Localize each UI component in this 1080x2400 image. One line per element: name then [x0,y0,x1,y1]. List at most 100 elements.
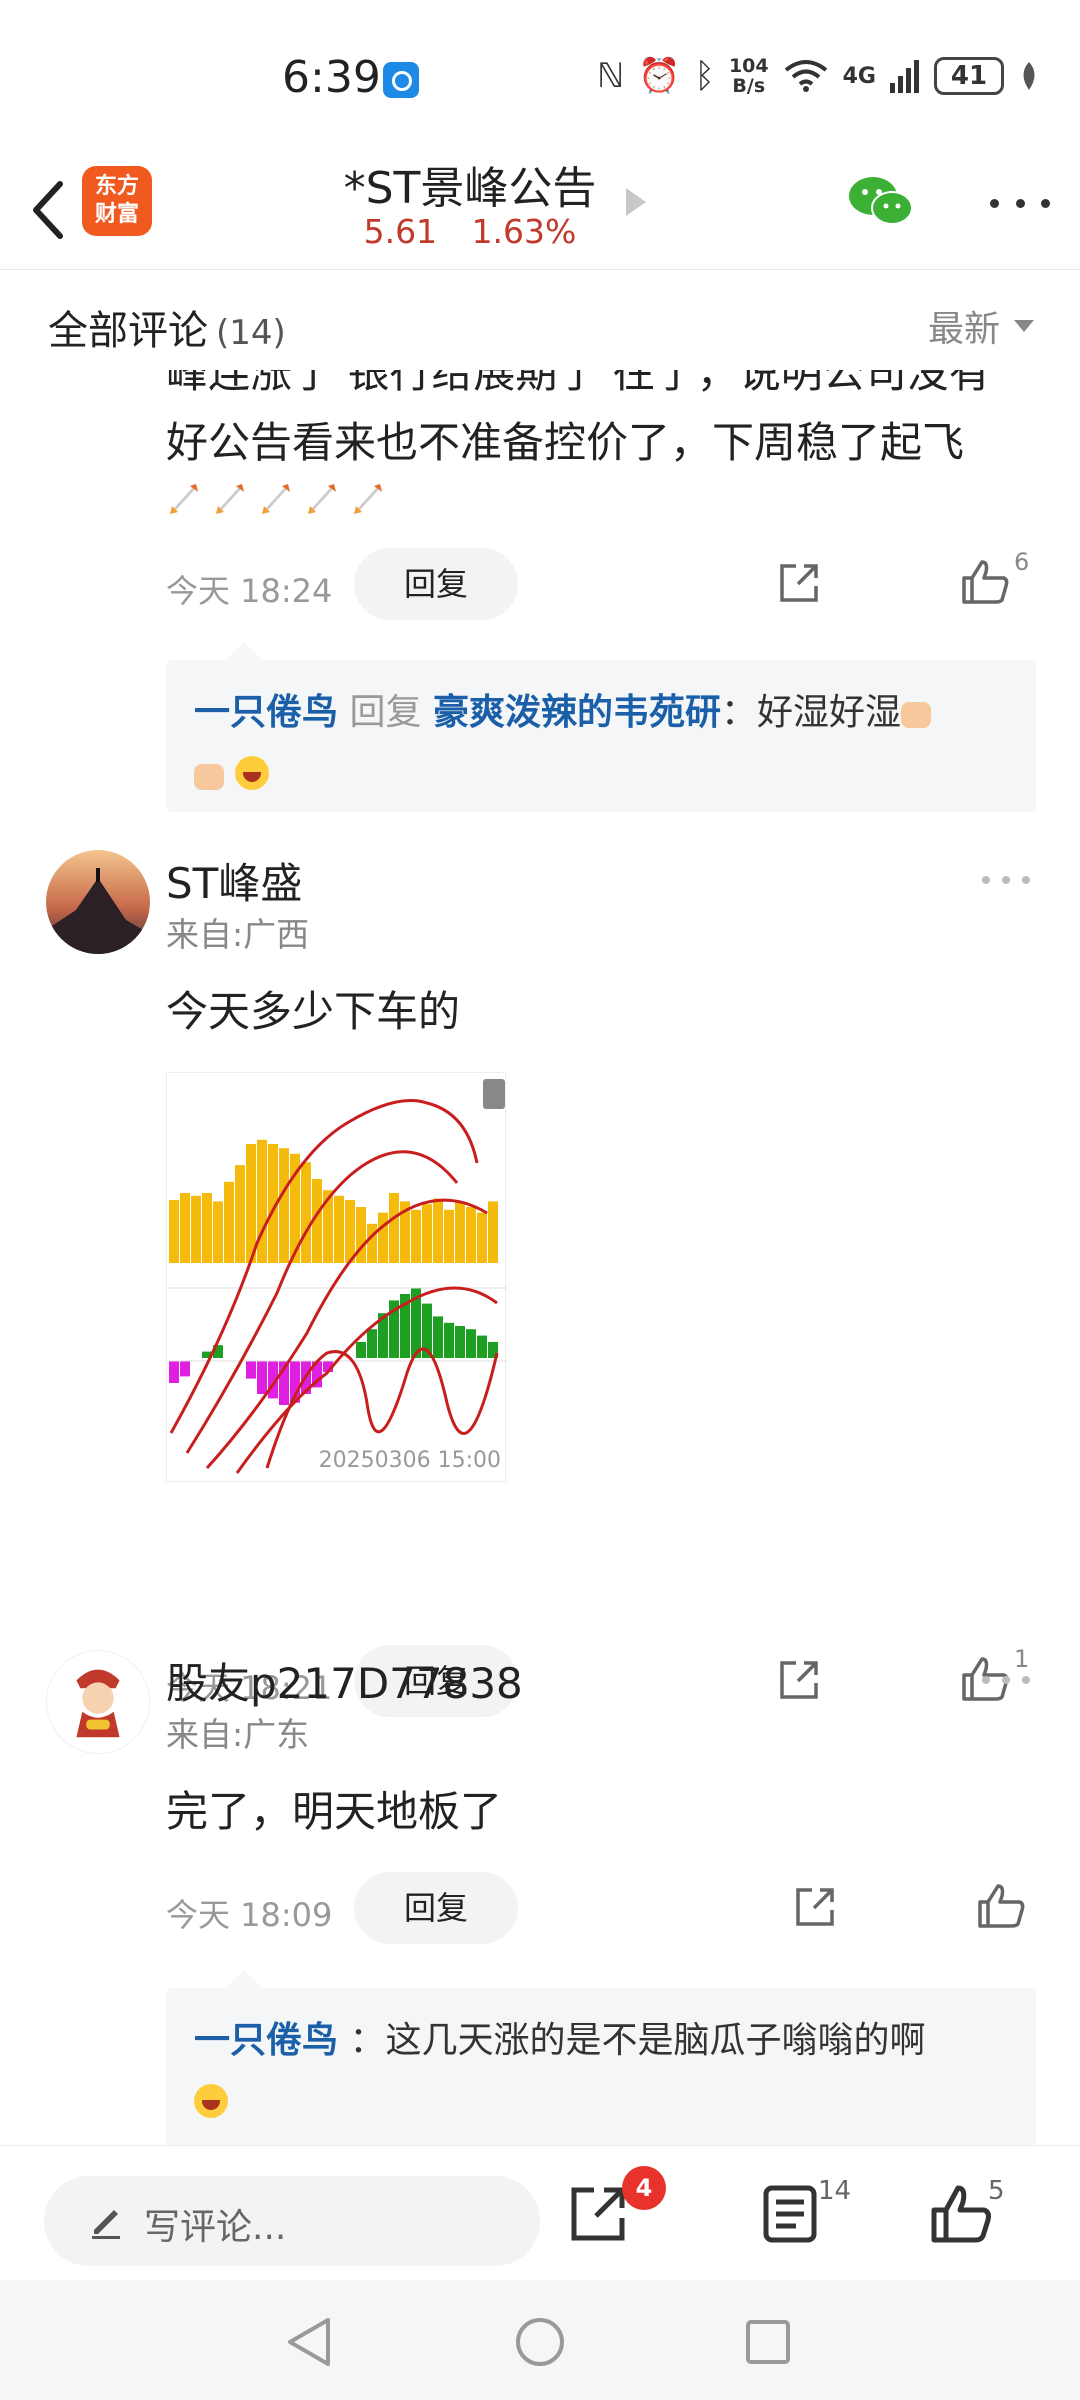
leaf-icon [1023,62,1035,90]
reply-target-username[interactable]: 豪爽泼辣的韦苑研 [433,692,721,733]
more-menu-button[interactable] [990,188,1050,218]
nav-back-icon[interactable] [284,2316,334,2368]
share-icon[interactable] [792,1884,838,1930]
volume-bar [257,1139,267,1263]
volume-bar [455,1201,465,1263]
image-nav-icon [483,1079,505,1109]
comment-location: 来自:广东 [166,1715,310,1754]
signal-icon: 4G [842,63,876,89]
write-comment-input[interactable]: 写评论... [44,2176,540,2266]
volume-bar [422,1204,432,1263]
dot-icon [1002,876,1010,884]
like-icon[interactable] [976,1880,1028,1932]
system-nav-bar [0,2280,1080,2400]
nav-home-icon[interactable] [514,2316,566,2368]
caret-down-icon [1014,320,1034,332]
status-time: 6:39 [282,52,381,103]
like-icon[interactable] [930,2182,994,2246]
magenta-bar [169,1361,179,1383]
volume-bar [213,1201,223,1263]
thumbs-up-emoji-icon [900,702,931,728]
avatar[interactable] [46,850,150,954]
like-count: 1 [1014,1645,1030,1673]
volume-bar [246,1144,256,1263]
comment-text: 完了，明天地板了 [166,1787,503,1836]
thumbs-up-emoji-icon [194,764,224,790]
reply-username[interactable]: 一只倦鸟 [194,692,338,733]
dot-icon [1015,198,1025,208]
nav-recents-icon[interactable] [744,2318,792,2366]
share-icon[interactable] [566,2182,630,2246]
stock-chart-image [167,1079,507,1474]
nfc-icon: ℕ [596,56,625,96]
volume-bar [389,1193,399,1263]
comment-username[interactable]: ST峰盛 [166,850,302,911]
volume-bar [466,1207,476,1263]
comment-more-button[interactable] [982,1670,1030,1690]
wechat-share-icon[interactable] [846,172,916,232]
bottom-action-bar: 写评论... 4 14 5 [0,2145,1080,2280]
alarm-icon: ⏰ [638,56,681,96]
comments-list-icon[interactable] [758,2182,822,2246]
reply-username[interactable]: 一只倦鸟 [194,2020,338,2061]
comments-feed[interactable]: 峰连涨了 银行给展期了 往了，说明公司没有 好公告看来也不准备控价了，下周稳了起… [0,370,1080,2145]
stock-change: 1.63% [471,212,577,251]
volume-bar [180,1193,190,1263]
share-icon[interactable] [776,560,822,606]
play-arrow-icon[interactable] [626,188,646,216]
rocket-icon [308,484,336,514]
volume-bar [433,1198,443,1263]
volume-bar [345,1200,355,1263]
volume-bar [444,1209,454,1263]
comment-location: 来自:广西 [166,915,310,954]
battery-indicator: 41 [934,57,1004,95]
dot-icon [1041,198,1050,208]
comment-username[interactable]: 股友p217D77838 [166,1650,523,1711]
like-count: 6 [1014,548,1030,576]
avatar[interactable] [46,1650,150,1754]
comments-title: 全部评论 (14) [48,308,286,354]
bluetooth-icon: ᛒ [694,56,715,96]
volume-bar [301,1162,311,1263]
pencil-icon [92,2210,120,2239]
share-icon[interactable] [776,1657,822,1703]
comments-total: 14 [818,2176,852,2206]
likes-total: 5 [988,2176,1005,2206]
dot-icon [982,1676,990,1684]
signal-bars-icon [890,60,919,93]
rocket-icon [262,484,290,514]
comment-meta: 今天 18:09 回复 [166,1872,1046,1944]
reply-button[interactable]: 回复 [354,548,518,620]
volume-bar [356,1207,366,1263]
volume-bar [378,1212,388,1263]
like-icon[interactable] [960,556,1012,608]
green-bar [455,1326,465,1358]
dot-icon [1022,1676,1030,1684]
comment-image[interactable]: 20250306 15:00 [166,1072,507,1482]
dot-icon [982,876,990,884]
comment-more-button[interactable] [982,870,1030,890]
status-bar: 6:39 ℕ ⏰ ᛒ 104 B/s 4G 41 [0,0,1080,150]
reply-thread[interactable]: 一只倦鸟 ：这几天涨的是不是脑瓜子嗡嗡的啊 [166,1970,1036,2145]
laughing-emoji-icon [235,756,270,790]
laughing-emoji-icon [194,2084,228,2118]
sort-dropdown[interactable]: 最新 [928,300,1034,352]
comment-time: 今天 18:09 [166,1896,333,1934]
rocket-icon [216,484,244,514]
dot-icon [1002,1676,1010,1684]
stock-price: 5.61 [363,212,438,251]
volume-bar [477,1212,487,1263]
volume-bar [169,1200,179,1263]
reply-button[interactable]: 回复 [354,1872,518,1944]
stock-title[interactable]: *ST景峰公告 [0,152,940,216]
reply-thread[interactable]: 一只倦鸟 回复 豪爽泼辣的韦苑研：好湿好湿 [166,642,1036,812]
comments-count: (14) [216,313,286,353]
magenta-bar [180,1361,190,1377]
green-bar [367,1329,377,1358]
reply-action: 回复 [349,692,422,733]
comment-time: 今天 18:24 [166,572,333,610]
volume-bar [224,1181,234,1263]
stock-quote: 5.61 1.63% [0,212,940,251]
app-notification-icon [383,62,419,98]
green-bar [433,1316,443,1358]
